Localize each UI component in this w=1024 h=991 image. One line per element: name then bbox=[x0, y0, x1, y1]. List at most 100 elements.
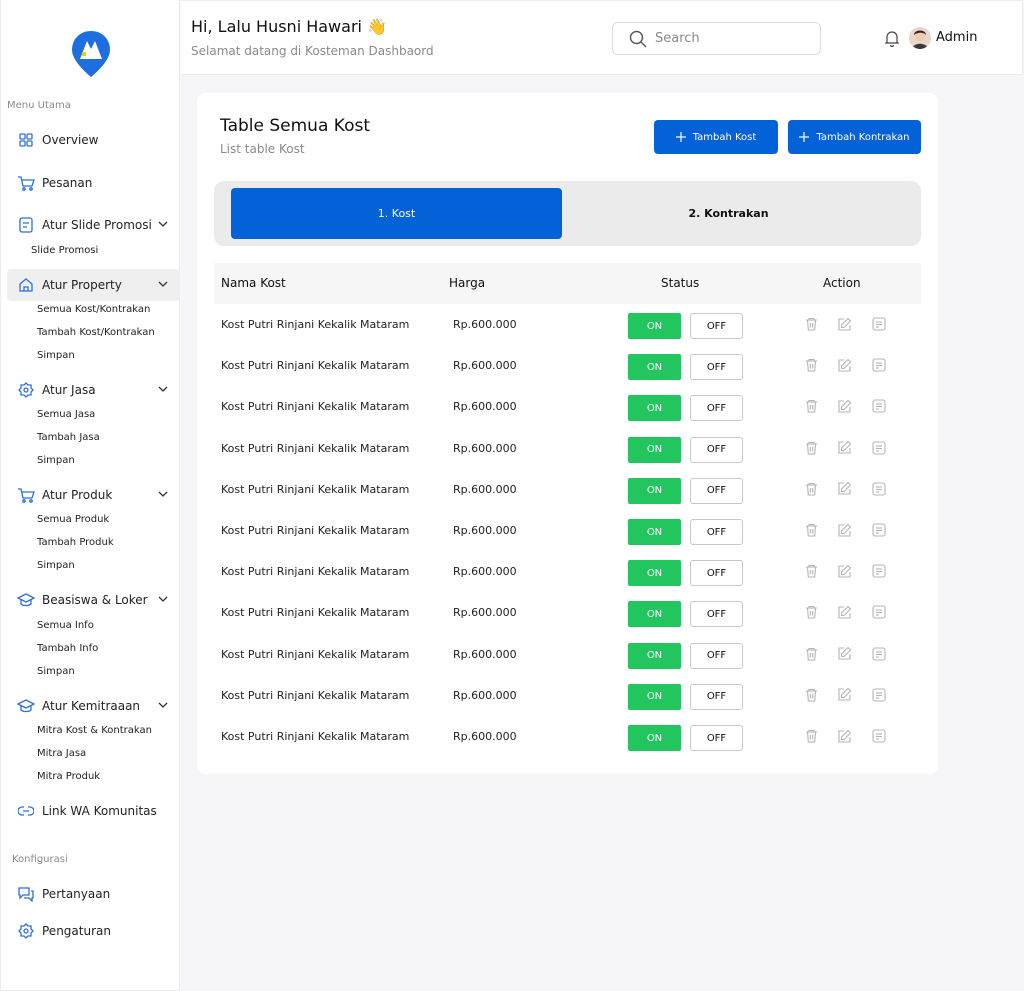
sidebar-item-beasiswa-loker[interactable]: Beasiswa & Loker bbox=[7, 584, 180, 616]
table-row: Kost Putri Rinjani Kekalik Mataram Rp.600… bbox=[214, 469, 921, 510]
sidebar-subitem-tambah-kost[interactable]: Tambah Kost/Kontrakan bbox=[37, 327, 155, 338]
tab-kost[interactable]: 1. Kost bbox=[231, 188, 562, 239]
status-on-button[interactable]: ON bbox=[628, 642, 681, 669]
trash-icon[interactable] bbox=[803, 728, 819, 744]
status-off-button[interactable]: OFF bbox=[690, 683, 743, 710]
status-on-button[interactable]: ON bbox=[628, 601, 681, 628]
sidebar-item-atur-property[interactable]: Atur Property bbox=[7, 269, 180, 301]
status-on-button[interactable]: ON bbox=[628, 725, 681, 751]
sidebar-subitem-semua-jasa[interactable]: Semua Jasa bbox=[37, 409, 95, 420]
detail-icon[interactable] bbox=[871, 563, 887, 579]
sidebar-item-pengaturan[interactable]: Pengaturan bbox=[7, 915, 180, 947]
status-off-button[interactable]: OFF bbox=[690, 477, 743, 504]
detail-icon[interactable] bbox=[871, 316, 887, 332]
sidebar-subitem-mitra-produk[interactable]: Mitra Produk bbox=[37, 771, 100, 782]
trash-icon[interactable] bbox=[803, 440, 819, 456]
status-on-button[interactable]: ON bbox=[628, 560, 681, 587]
sidebar-subitem-mitra-kost[interactable]: Mitra Kost & Kontrakan bbox=[37, 725, 152, 736]
sidebar-subitem-tambah-jasa[interactable]: Tambah Jasa bbox=[37, 432, 100, 443]
detail-icon[interactable] bbox=[871, 440, 887, 456]
sidebar-subitem-semua-produk[interactable]: Semua Produk bbox=[37, 514, 109, 525]
status-on-button[interactable]: ON bbox=[628, 683, 681, 710]
chevron-down-icon[interactable] bbox=[158, 385, 168, 393]
chevron-down-icon[interactable] bbox=[158, 490, 168, 498]
sidebar-item-pertanyaan[interactable]: Pertanyaan bbox=[7, 878, 180, 910]
edit-icon[interactable] bbox=[836, 481, 852, 497]
edit-icon[interactable] bbox=[836, 687, 852, 703]
search-box[interactable] bbox=[612, 22, 821, 55]
status-on-button[interactable]: ON bbox=[628, 354, 681, 381]
edit-icon[interactable] bbox=[836, 357, 852, 373]
status-on-button[interactable]: ON bbox=[628, 395, 681, 422]
status-off-button[interactable]: OFF bbox=[690, 354, 743, 381]
sidebar-item-pesanan[interactable]: Pesanan bbox=[7, 167, 180, 199]
status-off-button[interactable]: OFF bbox=[690, 560, 743, 587]
chevron-down-icon[interactable] bbox=[158, 220, 168, 228]
edit-icon[interactable] bbox=[836, 646, 852, 662]
sidebar-subitem-simpan[interactable]: Simpan bbox=[37, 455, 75, 466]
detail-icon[interactable] bbox=[871, 687, 887, 703]
detail-icon[interactable] bbox=[871, 522, 887, 538]
sidebar-item-atur-kemitraan[interactable]: Atur Kemitraaan bbox=[7, 690, 180, 722]
detail-icon[interactable] bbox=[871, 604, 887, 620]
trash-icon[interactable] bbox=[803, 646, 819, 662]
status-on-button[interactable]: ON bbox=[628, 477, 681, 504]
trash-icon[interactable] bbox=[803, 687, 819, 703]
status-off-button[interactable]: OFF bbox=[690, 519, 743, 545]
trash-icon[interactable] bbox=[803, 357, 819, 373]
chevron-down-icon[interactable] bbox=[158, 595, 168, 603]
sidebar-subitem-simpan[interactable]: Simpan bbox=[37, 560, 75, 571]
trash-icon[interactable] bbox=[803, 481, 819, 497]
tab-kontrakan[interactable]: 2. Kontrakan bbox=[563, 188, 894, 239]
sidebar-subitem-semua-kost[interactable]: Semua Kost/Kontrakan bbox=[37, 304, 150, 315]
status-on-button[interactable]: ON bbox=[628, 313, 681, 339]
status-off-button[interactable]: OFF bbox=[690, 436, 743, 463]
sidebar-subitem-tambah-info[interactable]: Tambah Info bbox=[37, 643, 98, 654]
sidebar-item-atur-jasa[interactable]: Atur Jasa bbox=[7, 374, 180, 406]
edit-icon[interactable] bbox=[836, 316, 852, 332]
add-kontrakan-button[interactable]: Tambah Kontrakan bbox=[788, 120, 921, 154]
user-name[interactable]: Admin bbox=[936, 30, 977, 45]
trash-icon[interactable] bbox=[803, 522, 819, 538]
sidebar-subitem-tambah-produk[interactable]: Tambah Produk bbox=[37, 537, 114, 548]
sidebar-subitem-mitra-jasa[interactable]: Mitra Jasa bbox=[37, 748, 86, 759]
detail-icon[interactable] bbox=[871, 398, 887, 414]
edit-icon[interactable] bbox=[836, 563, 852, 579]
edit-icon[interactable] bbox=[836, 522, 852, 538]
sidebar-subitem-simpan[interactable]: Simpan bbox=[37, 666, 75, 677]
detail-icon[interactable] bbox=[871, 646, 887, 662]
trash-icon[interactable] bbox=[803, 604, 819, 620]
sidebar-item-link-wa[interactable]: Link WA Komunitas bbox=[7, 795, 180, 827]
edit-icon[interactable] bbox=[836, 728, 852, 744]
sidebar-item-slide-promosi[interactable]: Atur Slide Promosi bbox=[7, 209, 180, 241]
detail-icon[interactable] bbox=[871, 357, 887, 373]
chevron-down-icon[interactable] bbox=[158, 280, 168, 288]
sidebar-subitem-simpan[interactable]: Simpan bbox=[37, 350, 75, 361]
sidebar-item-atur-produk[interactable]: Atur Produk bbox=[7, 479, 180, 511]
status-off-button[interactable]: OFF bbox=[690, 601, 743, 628]
table-row: Kost Putri Rinjani Kekalik Mataram Rp.600… bbox=[214, 510, 921, 551]
trash-icon[interactable] bbox=[803, 398, 819, 414]
logo-icon bbox=[72, 31, 110, 77]
avatar[interactable] bbox=[909, 27, 931, 49]
chevron-down-icon[interactable] bbox=[158, 701, 168, 709]
status-off-button[interactable]: OFF bbox=[690, 313, 743, 339]
status-off-button[interactable]: OFF bbox=[690, 725, 743, 751]
detail-icon[interactable] bbox=[871, 481, 887, 497]
bell-icon[interactable] bbox=[884, 30, 900, 47]
status-on-button[interactable]: ON bbox=[628, 519, 681, 545]
search-input[interactable] bbox=[655, 31, 795, 46]
status-on-button[interactable]: ON bbox=[628, 436, 681, 463]
detail-icon[interactable] bbox=[871, 728, 887, 744]
edit-icon[interactable] bbox=[836, 604, 852, 620]
status-off-button[interactable]: OFF bbox=[690, 642, 743, 669]
sidebar-item-overview[interactable]: Overview bbox=[7, 124, 180, 156]
sidebar-subitem-semua-info[interactable]: Semua Info bbox=[37, 620, 94, 631]
trash-icon[interactable] bbox=[803, 316, 819, 332]
trash-icon[interactable] bbox=[803, 563, 819, 579]
edit-icon[interactable] bbox=[836, 440, 852, 456]
status-off-button[interactable]: OFF bbox=[690, 395, 743, 422]
edit-icon[interactable] bbox=[836, 398, 852, 414]
add-kost-button[interactable]: Tambah Kost bbox=[654, 120, 778, 154]
sidebar-subitem-slide-promosi[interactable]: Slide Promosi bbox=[31, 245, 98, 256]
